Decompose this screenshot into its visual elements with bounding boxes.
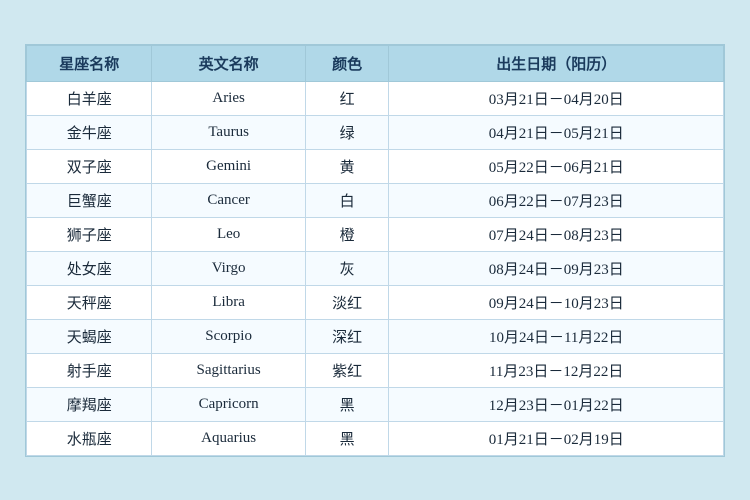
table-row: 水瓶座Aquarius黑01月21日－02月19日 (27, 421, 724, 455)
cell-chinese-name: 水瓶座 (27, 421, 152, 455)
header-color: 颜色 (305, 45, 389, 81)
cell-color: 黄 (305, 149, 389, 183)
table-row: 处女座Virgo灰08月24日－09月23日 (27, 251, 724, 285)
cell-date: 08月24日－09月23日 (389, 251, 724, 285)
table-row: 摩羯座Capricorn黑12月23日－01月22日 (27, 387, 724, 421)
cell-chinese-name: 白羊座 (27, 81, 152, 115)
table-row: 射手座Sagittarius紫红11月23日－12月22日 (27, 353, 724, 387)
table-row: 天蝎座Scorpio深红10月24日－11月22日 (27, 319, 724, 353)
cell-date: 07月24日－08月23日 (389, 217, 724, 251)
cell-english-name: Cancer (152, 183, 305, 217)
cell-english-name: Libra (152, 285, 305, 319)
table-row: 双子座Gemini黄05月22日－06月21日 (27, 149, 724, 183)
table-row: 天秤座Libra淡红09月24日－10月23日 (27, 285, 724, 319)
cell-color: 黑 (305, 421, 389, 455)
cell-english-name: Gemini (152, 149, 305, 183)
cell-english-name: Aries (152, 81, 305, 115)
cell-chinese-name: 巨蟹座 (27, 183, 152, 217)
cell-chinese-name: 处女座 (27, 251, 152, 285)
cell-english-name: Virgo (152, 251, 305, 285)
cell-color: 绿 (305, 115, 389, 149)
zodiac-table-container: 星座名称 英文名称 颜色 出生日期（阳历） 白羊座Aries红03月21日－04… (25, 44, 725, 457)
cell-chinese-name: 金牛座 (27, 115, 152, 149)
table-row: 狮子座Leo橙07月24日－08月23日 (27, 217, 724, 251)
cell-english-name: Capricorn (152, 387, 305, 421)
cell-chinese-name: 摩羯座 (27, 387, 152, 421)
cell-date: 10月24日－11月22日 (389, 319, 724, 353)
cell-english-name: Scorpio (152, 319, 305, 353)
table-header-row: 星座名称 英文名称 颜色 出生日期（阳历） (27, 45, 724, 81)
header-date: 出生日期（阳历） (389, 45, 724, 81)
cell-english-name: Sagittarius (152, 353, 305, 387)
cell-color: 淡红 (305, 285, 389, 319)
table-row: 白羊座Aries红03月21日－04月20日 (27, 81, 724, 115)
cell-date: 01月21日－02月19日 (389, 421, 724, 455)
table-body: 白羊座Aries红03月21日－04月20日金牛座Taurus绿04月21日－0… (27, 81, 724, 455)
cell-date: 05月22日－06月21日 (389, 149, 724, 183)
cell-date: 12月23日－01月22日 (389, 387, 724, 421)
cell-date: 11月23日－12月22日 (389, 353, 724, 387)
cell-chinese-name: 射手座 (27, 353, 152, 387)
table-row: 巨蟹座Cancer白06月22日－07月23日 (27, 183, 724, 217)
cell-english-name: Aquarius (152, 421, 305, 455)
cell-color: 灰 (305, 251, 389, 285)
cell-english-name: Taurus (152, 115, 305, 149)
cell-color: 紫红 (305, 353, 389, 387)
cell-chinese-name: 天秤座 (27, 285, 152, 319)
table-row: 金牛座Taurus绿04月21日－05月21日 (27, 115, 724, 149)
cell-english-name: Leo (152, 217, 305, 251)
zodiac-table: 星座名称 英文名称 颜色 出生日期（阳历） 白羊座Aries红03月21日－04… (26, 45, 724, 456)
cell-date: 04月21日－05月21日 (389, 115, 724, 149)
cell-color: 白 (305, 183, 389, 217)
cell-color: 橙 (305, 217, 389, 251)
header-chinese-name: 星座名称 (27, 45, 152, 81)
cell-date: 06月22日－07月23日 (389, 183, 724, 217)
cell-chinese-name: 狮子座 (27, 217, 152, 251)
cell-date: 03月21日－04月20日 (389, 81, 724, 115)
cell-color: 红 (305, 81, 389, 115)
header-english-name: 英文名称 (152, 45, 305, 81)
cell-date: 09月24日－10月23日 (389, 285, 724, 319)
cell-color: 深红 (305, 319, 389, 353)
cell-color: 黑 (305, 387, 389, 421)
cell-chinese-name: 双子座 (27, 149, 152, 183)
cell-chinese-name: 天蝎座 (27, 319, 152, 353)
